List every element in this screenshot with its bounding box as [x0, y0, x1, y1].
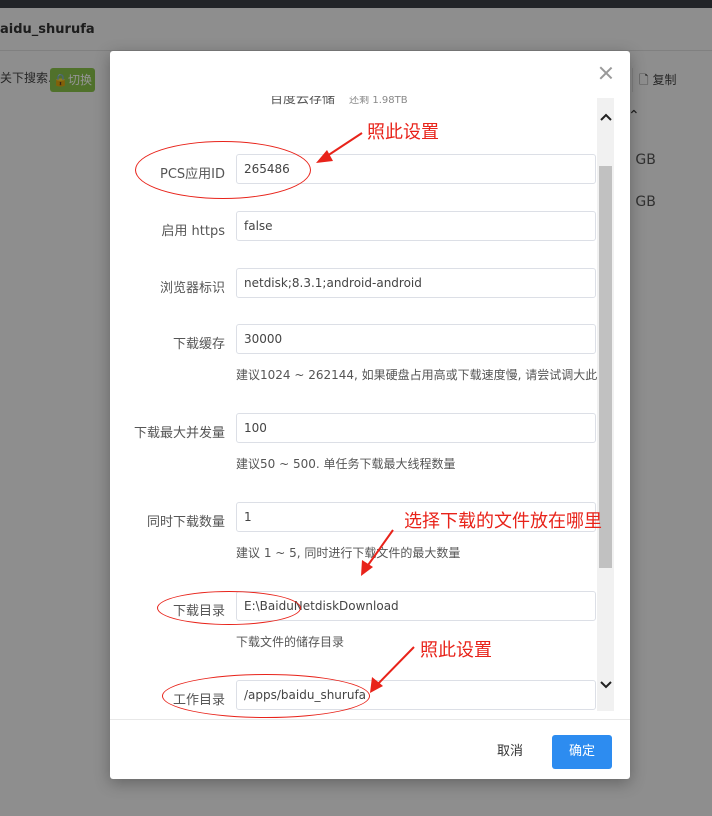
- concurrent-downloads-hint: 建议 1 ~ 5, 同时进行下载文件的最大数量: [236, 546, 461, 560]
- cache-size-input[interactable]: 30000: [236, 324, 596, 354]
- highlight-ellipse: [157, 591, 301, 625]
- max-parallel-label: 下载最大并发量: [133, 426, 225, 441]
- annotation-text: 选择下载的文件放在哪里: [404, 511, 602, 532]
- user-agent-label: 浏览器标识: [159, 281, 225, 296]
- highlight-ellipse: [162, 674, 370, 718]
- close-icon[interactable]: [596, 63, 616, 83]
- https-input[interactable]: false: [236, 211, 596, 241]
- annotation-text: 照此设置: [420, 640, 492, 661]
- storage-title: 百度云存储: [270, 96, 336, 107]
- download-dir-hint: 下载文件的储存目录: [236, 635, 345, 649]
- footer-divider: [110, 719, 630, 720]
- highlight-ellipse: [135, 141, 311, 199]
- annotation-text: 照此设置: [367, 122, 439, 143]
- user-agent-input[interactable]: netdisk;8.3.1;android-android: [236, 268, 596, 298]
- max-parallel-hint: 建议50 ~ 500. 单任务下载最大线程数量: [236, 457, 456, 471]
- cache-size-label: 下载缓存: [172, 337, 225, 352]
- max-parallel-input[interactable]: 100: [236, 413, 596, 443]
- vertical-scrollbar[interactable]: [597, 98, 614, 711]
- storage-header: 百度云存储 还剩 1.98TB: [270, 96, 408, 107]
- storage-remaining: 还剩 1.98TB: [349, 96, 408, 106]
- chevron-down-icon[interactable]: [597, 676, 614, 693]
- https-label: 启用 https: [161, 224, 225, 239]
- concurrent-downloads-label: 同时下载数量: [146, 515, 225, 530]
- confirm-button[interactable]: 确定: [552, 735, 612, 769]
- cache-size-hint: 建议1024 ~ 262144, 如果硬盘占用高或下载速度慢, 请尝试调大此值: [236, 368, 610, 382]
- cancel-button[interactable]: 取消: [482, 735, 538, 769]
- chevron-up-icon[interactable]: [597, 108, 614, 125]
